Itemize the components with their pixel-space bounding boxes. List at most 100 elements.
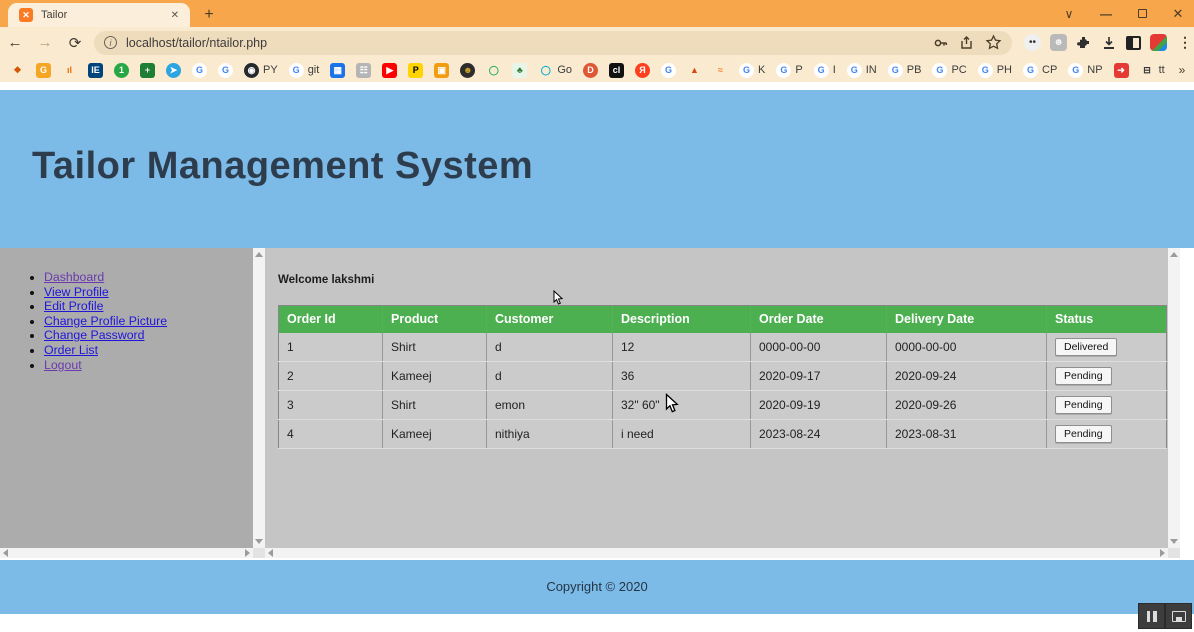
- reading-mode-icon[interactable]: [1126, 36, 1141, 50]
- picture-in-picture-button[interactable]: [1165, 603, 1192, 629]
- bookmark-item[interactable]: GI: [814, 63, 836, 78]
- cell-order_id: 4: [279, 420, 383, 449]
- avatar-extension-icon[interactable]: ☻: [1050, 34, 1067, 51]
- password-key-icon[interactable]: [933, 35, 949, 51]
- bookmark-item[interactable]: ◯Go: [538, 63, 572, 78]
- back-icon[interactable]: ←: [0, 34, 30, 51]
- bookmark-item[interactable]: GPH: [978, 63, 1012, 78]
- address-bar[interactable]: i localhost/tailor/ntailor.php: [94, 31, 1012, 55]
- site-info-icon[interactable]: i: [104, 36, 117, 49]
- shapes-icon: ❖: [10, 63, 25, 78]
- matlab-icon: ▲: [687, 63, 702, 78]
- download-icon[interactable]: [1101, 35, 1117, 51]
- pause-button[interactable]: [1138, 603, 1165, 629]
- bookmark-item[interactable]: ⊟tt: [1140, 63, 1165, 78]
- bookmark-item[interactable]: G: [661, 63, 676, 78]
- sidebar-link-change-profile-picture[interactable]: Change Profile Picture: [44, 314, 167, 328]
- new-tab-button[interactable]: +: [199, 5, 219, 25]
- browser-tab[interactable]: ✕ Tailor ✕: [8, 3, 190, 27]
- table-row: 2Kameejd362020-09-172020-09-24Pending: [279, 362, 1167, 391]
- sidebar-item: Change Password: [44, 328, 253, 343]
- bookmarks-overflow-chevron[interactable]: »: [1170, 63, 1194, 77]
- bookmark-item[interactable]: ◉PY: [244, 63, 278, 78]
- bookmark-item[interactable]: P: [408, 63, 423, 78]
- bookmark-item[interactable]: ıl: [62, 63, 77, 78]
- column-header: Customer: [487, 306, 613, 333]
- cell-delivery_date: 0000-00-00: [887, 333, 1047, 362]
- bookmark-item[interactable]: GCP: [1023, 63, 1057, 78]
- bookmark-item[interactable]: IE: [88, 63, 103, 78]
- window-menu-icon[interactable]: ∨: [1051, 0, 1087, 27]
- bookmark-item[interactable]: ▶: [382, 63, 397, 78]
- bookmark-item[interactable]: GPC: [932, 63, 966, 78]
- sidebar-link-change-password[interactable]: Change Password: [44, 328, 144, 342]
- bookmark-item[interactable]: ▲: [687, 63, 702, 78]
- main-horizontal-scrollbar[interactable]: [265, 548, 1168, 558]
- google-icon: G: [932, 63, 947, 78]
- window-minimize-button[interactable]: —: [1088, 0, 1124, 27]
- forward-icon[interactable]: →: [30, 34, 60, 51]
- bookmark-item[interactable]: G: [218, 63, 233, 78]
- cell-order_date: 2023-08-24: [751, 420, 887, 449]
- extensions-puzzle-icon[interactable]: [1076, 35, 1092, 51]
- share-icon[interactable]: [959, 35, 975, 51]
- bookmark-item[interactable]: D: [583, 63, 598, 78]
- bookmark-item[interactable]: Я: [635, 63, 650, 78]
- bookmark-item[interactable]: cl: [609, 63, 624, 78]
- sidebar-link-logout[interactable]: Logout: [44, 358, 82, 372]
- bookmark-item[interactable]: ➤: [166, 63, 181, 78]
- bookmark-item[interactable]: G: [192, 63, 207, 78]
- status-button[interactable]: Delivered: [1055, 338, 1117, 356]
- camera-icon: ▣: [434, 63, 449, 78]
- sidebar-item: Edit Profile: [44, 299, 253, 314]
- bookmark-star-icon[interactable]: [985, 34, 1002, 51]
- sidebar-vertical-scrollbar[interactable]: [253, 248, 265, 548]
- url-text[interactable]: localhost/tailor/ntailor.php: [126, 36, 933, 50]
- bookmark-item[interactable]: ☻: [460, 63, 475, 78]
- status-button[interactable]: Pending: [1055, 425, 1112, 443]
- main-vertical-scrollbar[interactable]: [1168, 248, 1180, 548]
- browser-menu-kebab-icon[interactable]: ⋮: [1178, 34, 1192, 51]
- bookmark-item[interactable]: GNP: [1068, 63, 1102, 78]
- sidebar-horizontal-scrollbar[interactable]: [0, 548, 253, 558]
- panda-extension-icon[interactable]: ••: [1024, 34, 1041, 51]
- window-maximize-button[interactable]: [1124, 0, 1160, 27]
- bookmark-item[interactable]: ◯: [486, 63, 501, 78]
- window-close-button[interactable]: ✕: [1160, 0, 1194, 27]
- color-extension-icon[interactable]: [1150, 34, 1167, 51]
- sidebar-link-edit-profile[interactable]: Edit Profile: [44, 299, 103, 313]
- picture-in-picture-icon: [1172, 611, 1186, 622]
- sidebar-link-view-profile[interactable]: View Profile: [44, 285, 109, 299]
- google-icon: G: [1023, 63, 1038, 78]
- cell-description: 32" 60": [613, 391, 751, 420]
- bookmark-item[interactable]: GIN: [847, 63, 877, 78]
- bookmark-item[interactable]: GP: [776, 63, 802, 78]
- bookmark-item[interactable]: ▣: [434, 63, 449, 78]
- bookmark-item[interactable]: +: [140, 63, 155, 78]
- tab-close-icon[interactable]: ✕: [168, 10, 182, 21]
- orders-table: Order IdProductCustomerDescriptionOrder …: [278, 305, 1167, 449]
- bookmark-item[interactable]: ➜: [1114, 63, 1129, 78]
- bookmark-item[interactable]: ❖: [10, 63, 25, 78]
- extensions-area: •• ☻ ⋮: [1024, 34, 1192, 51]
- blue-grid-icon: ▦: [330, 63, 345, 78]
- bookmark-item[interactable]: ♣: [512, 63, 527, 78]
- bookmark-item[interactable]: ▦: [330, 63, 345, 78]
- sidebar-link-order-list[interactable]: Order List: [44, 343, 98, 357]
- reload-icon[interactable]: ⟳: [60, 34, 90, 52]
- column-header: Description: [613, 306, 751, 333]
- bookmark-item[interactable]: G: [36, 63, 51, 78]
- cell-delivery_date: 2020-09-26: [887, 391, 1047, 420]
- bookmark-item[interactable]: GPB: [888, 63, 922, 78]
- yellow-p-icon: P: [408, 63, 423, 78]
- status-button[interactable]: Pending: [1055, 396, 1112, 414]
- bookmark-item[interactable]: 1: [114, 63, 129, 78]
- status-button[interactable]: Pending: [1055, 367, 1112, 385]
- bookmark-item[interactable]: ☷: [356, 63, 371, 78]
- bookmark-item[interactable]: GK: [739, 63, 765, 78]
- bookmark-item[interactable]: ≈: [713, 63, 728, 78]
- bookmark-item[interactable]: Ggit: [289, 63, 320, 78]
- cell-product: Shirt: [383, 333, 487, 362]
- sidebar-link-dashboard[interactable]: Dashboard: [44, 270, 104, 284]
- orange-wing-icon: ≈: [713, 63, 728, 78]
